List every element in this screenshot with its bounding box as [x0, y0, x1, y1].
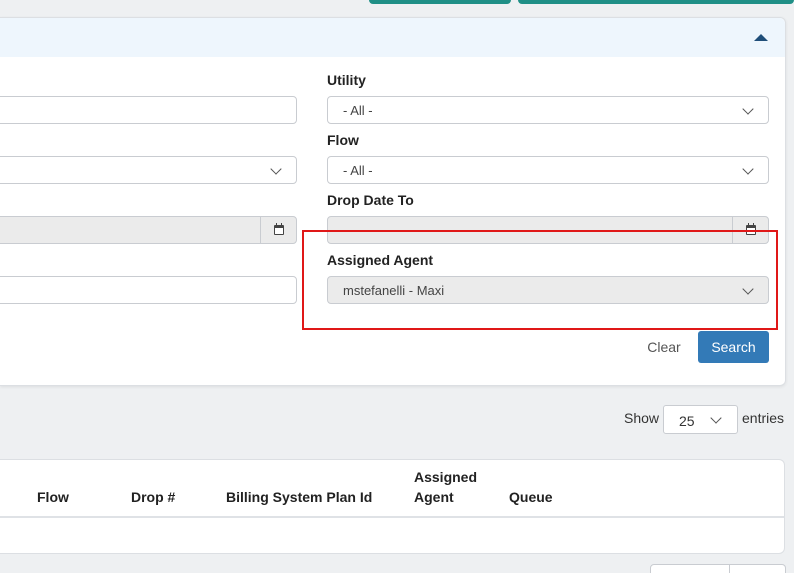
flow-label: Flow [327, 132, 359, 148]
chevron-down-icon [710, 412, 722, 424]
top-action-button-2[interactable] [518, 0, 794, 4]
pagination-next[interactable] [730, 564, 786, 573]
utility-select[interactable]: - All - [327, 96, 769, 124]
column-header-flow[interactable]: Flow [37, 487, 69, 507]
utility-select-value: - All - [343, 103, 373, 118]
flow-select-value: - All - [343, 163, 373, 178]
left-select-field[interactable] [0, 156, 297, 184]
page-length-select[interactable]: 25 [663, 405, 738, 434]
chevron-down-icon [742, 103, 754, 115]
left-text-field-2[interactable] [0, 276, 297, 304]
entries-label: entries [742, 410, 785, 426]
filter-panel-header [0, 18, 785, 57]
pagination-previous[interactable] [650, 564, 730, 573]
utility-label: Utility [327, 72, 366, 88]
chevron-down-icon [742, 163, 754, 175]
calendar-button[interactable] [260, 217, 296, 243]
search-button[interactable]: Search [698, 331, 769, 363]
page-length-value: 25 [679, 413, 695, 429]
calendar-icon [273, 223, 284, 235]
show-label: Show [624, 410, 660, 426]
left-date-field [0, 216, 297, 244]
top-action-button-1[interactable] [369, 0, 511, 4]
clear-button[interactable]: Clear [636, 332, 692, 362]
column-header-drop-number[interactable]: Drop # [131, 487, 175, 507]
chevron-down-icon [270, 163, 282, 175]
column-header-queue[interactable]: Queue [509, 487, 553, 507]
column-header-billing-plan-id[interactable]: Billing System Plan Id [226, 487, 372, 507]
flow-select[interactable]: - All - [327, 156, 769, 184]
drop-date-to-label: Drop Date To [327, 192, 414, 208]
left-text-field-1[interactable] [0, 96, 297, 124]
column-header-assigned-agent[interactable]: Assigned Agent [414, 467, 484, 507]
results-table: Flow Drop # Billing System Plan Id Assig… [0, 459, 785, 554]
table-header-divider [0, 516, 784, 518]
caret-up-icon[interactable] [754, 34, 768, 41]
highlight-box [302, 230, 778, 330]
